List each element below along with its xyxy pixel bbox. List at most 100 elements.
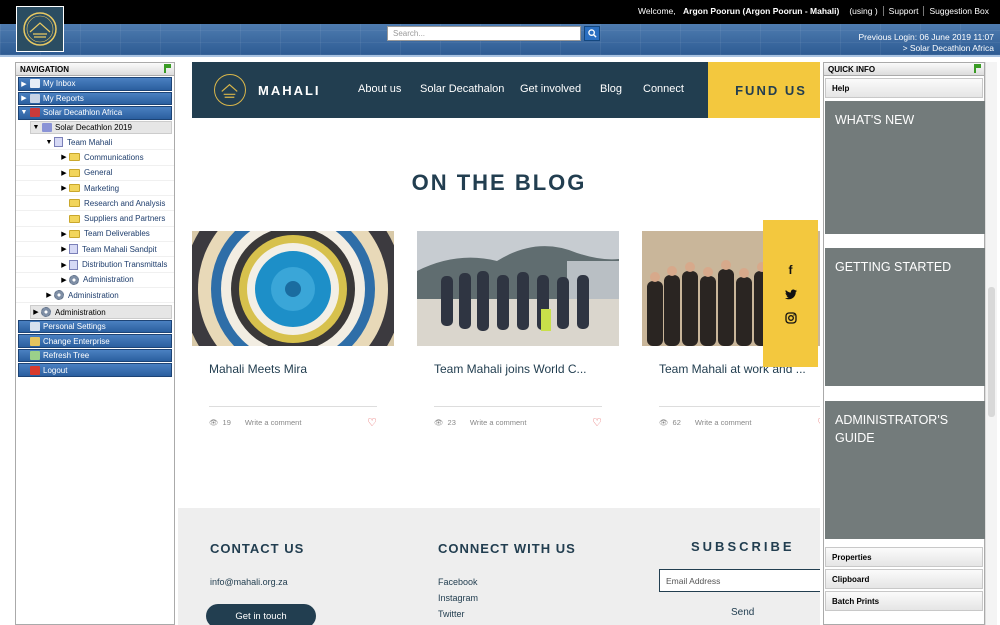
tree-project-admin[interactable]: ▶ Administration bbox=[16, 288, 174, 304]
search-input[interactable]: Search... bbox=[387, 26, 581, 41]
folder-icon bbox=[69, 184, 80, 193]
enterprise-icon bbox=[30, 108, 40, 118]
card-divider bbox=[659, 406, 820, 407]
scrollbar-thumb[interactable] bbox=[988, 287, 995, 417]
pin-icon[interactable] bbox=[974, 64, 981, 73]
sandpit-icon bbox=[69, 244, 78, 255]
enterprise-switch-icon bbox=[30, 336, 40, 346]
nav-refresh-tree[interactable]: Refresh Tree bbox=[18, 348, 172, 363]
refresh-icon bbox=[30, 351, 40, 361]
folder-icon bbox=[69, 199, 80, 208]
blog-image-crochet[interactable] bbox=[192, 231, 394, 346]
tree-team-deliverables[interactable]: ▶ Team Deliverables bbox=[16, 227, 174, 243]
write-comment-link[interactable]: Write a comment bbox=[245, 418, 302, 427]
team-icon bbox=[54, 137, 63, 148]
menu-blog[interactable]: Blog bbox=[600, 83, 622, 95]
brand-name[interactable]: MAHALI bbox=[258, 83, 321, 98]
write-comment-link[interactable]: Write a comment bbox=[470, 418, 527, 427]
send-button[interactable]: Send bbox=[731, 607, 754, 618]
card-divider bbox=[209, 406, 377, 407]
fund-us-button[interactable]: FUND US bbox=[708, 62, 820, 118]
connect-heading: CONNECT WITH US bbox=[438, 541, 576, 556]
tree-general[interactable]: ▶ General bbox=[16, 166, 174, 181]
instagram-icon[interactable] bbox=[784, 312, 797, 324]
blog-card[interactable]: Mahali Meets Mira 👁 19 Write a comment ♡ bbox=[192, 231, 394, 441]
heart-icon[interactable]: ♡ bbox=[817, 416, 820, 429]
post-title[interactable]: Team Mahali joins World C... bbox=[434, 362, 617, 376]
tree-suppliers[interactable]: Suppliers and Partners bbox=[16, 211, 174, 227]
enterprise-breadcrumb[interactable]: > Solar Decathlon Africa bbox=[859, 43, 994, 54]
footer-instagram-link[interactable]: Instagram bbox=[438, 593, 478, 603]
using-text: (using ) bbox=[849, 6, 878, 16]
admin-guide-tile[interactable]: ADMINISTRATOR'S GUIDE bbox=[825, 401, 985, 539]
nav-personal-settings[interactable]: Personal Settings bbox=[18, 319, 172, 334]
tree-marketing[interactable]: ▶ Marketing bbox=[16, 181, 174, 197]
tree-communications[interactable]: ▶ Communications bbox=[16, 150, 174, 166]
facebook-icon[interactable]: f bbox=[789, 263, 793, 277]
blog-heading: ON THE BLOG bbox=[411, 170, 587, 195]
navigation-panel: NAVIGATION ▶ My Inbox ▶ My Reports ▼ Solar … bbox=[15, 62, 175, 625]
get-in-touch-button[interactable]: Get in touch bbox=[206, 604, 316, 625]
quick-info-panel: QUICK INFO Help WHAT'S NEW GETTING START… bbox=[823, 62, 985, 625]
nav-my-reports[interactable]: ▶ My Reports bbox=[18, 91, 172, 105]
heart-icon[interactable]: ♡ bbox=[592, 416, 602, 429]
help-section[interactable]: Help bbox=[825, 78, 983, 98]
inbox-icon bbox=[30, 79, 40, 89]
getting-started-tile[interactable]: GETTING STARTED bbox=[825, 248, 985, 386]
website-frame: MAHALI About us Solar Decathalon Get inv… bbox=[178, 62, 820, 625]
menu-connect[interactable]: Connect bbox=[643, 83, 684, 95]
top-bar: Welcome, Argon Poorun (Argon Poorun - Ma… bbox=[0, 0, 1000, 24]
post-title[interactable]: Mahali Meets Mira bbox=[209, 362, 392, 376]
transmittal-icon bbox=[69, 259, 78, 270]
blog-image-beach-cleanup[interactable] bbox=[417, 231, 619, 346]
menu-about-us[interactable]: About us bbox=[358, 83, 401, 95]
view-count: 19 bbox=[222, 418, 231, 427]
batch-prints-section[interactable]: Batch Prints bbox=[825, 591, 983, 611]
view-count: 23 bbox=[447, 418, 456, 427]
menu-solar-decathalon[interactable]: Solar Decathalon bbox=[420, 83, 504, 95]
nav-my-inbox[interactable]: ▶ My Inbox bbox=[18, 77, 172, 91]
write-comment-link[interactable]: Write a comment bbox=[695, 418, 752, 427]
folder-icon bbox=[69, 229, 80, 238]
email-field[interactable]: Email Address bbox=[659, 569, 820, 592]
tree-sandpit[interactable]: ▶ Team Mahali Sandpit bbox=[16, 242, 174, 258]
tree-research[interactable]: Research and Analysis bbox=[16, 196, 174, 212]
tree-team-admin[interactable]: ▶ Administration bbox=[16, 273, 174, 288]
support-link[interactable]: Support bbox=[882, 6, 924, 16]
previous-login: Previous Login: 06 June 2019 11:07 > Sol… bbox=[858, 32, 994, 54]
pin-icon[interactable] bbox=[164, 64, 171, 73]
menu-get-involved[interactable]: Get involved bbox=[520, 83, 581, 95]
whats-new-tile[interactable]: WHAT'S NEW bbox=[825, 101, 985, 234]
nav-logout[interactable]: Logout bbox=[18, 363, 172, 377]
view-count: 62 bbox=[672, 418, 681, 427]
reports-icon bbox=[30, 93, 40, 103]
footer-facebook-link[interactable]: Facebook bbox=[438, 577, 478, 587]
emblem-icon bbox=[23, 12, 57, 46]
clipboard-section[interactable]: Clipboard bbox=[825, 569, 983, 589]
settings-icon bbox=[30, 322, 40, 332]
card-divider bbox=[434, 406, 602, 407]
gear-icon bbox=[41, 307, 51, 318]
scrollbar[interactable] bbox=[985, 62, 997, 625]
contact-email[interactable]: info@mahali.org.za bbox=[210, 577, 288, 587]
mahali-logo-icon[interactable] bbox=[214, 74, 246, 106]
heart-icon[interactable]: ♡ bbox=[367, 416, 377, 429]
tree-team-mahali[interactable]: ▼ Team Mahali bbox=[16, 135, 174, 151]
search-button[interactable] bbox=[584, 26, 600, 41]
nav-solar-decathlon-2019[interactable]: ▼ Solar Decathlon 2019 bbox=[30, 120, 172, 134]
properties-section[interactable]: Properties bbox=[825, 547, 983, 567]
nav-solar-decathlon-africa[interactable]: ▼ Solar Decathlon Africa bbox=[18, 106, 172, 120]
tree-distribution[interactable]: ▶ Distribution Transmittals bbox=[16, 257, 174, 273]
contact-heading: CONTACT US bbox=[210, 541, 305, 556]
blog-card[interactable]: Team Mahali joins World C... 👁 23 Write a… bbox=[417, 231, 619, 441]
suggestion-box-link[interactable]: Suggestion Box bbox=[923, 6, 994, 16]
eye-icon: 👁 bbox=[659, 418, 669, 427]
nav-administration[interactable]: ▶ Administration bbox=[30, 305, 172, 319]
app-logo[interactable] bbox=[16, 6, 64, 52]
footer-twitter-link[interactable]: Twitter bbox=[438, 609, 465, 619]
subscribe-heading: SUBSCRIBE bbox=[691, 539, 795, 554]
nav-change-enterprise[interactable]: Change Enterprise bbox=[18, 334, 172, 348]
twitter-icon[interactable] bbox=[784, 289, 797, 300]
eye-icon: 👁 bbox=[209, 418, 219, 427]
eye-icon: 👁 bbox=[434, 418, 444, 427]
